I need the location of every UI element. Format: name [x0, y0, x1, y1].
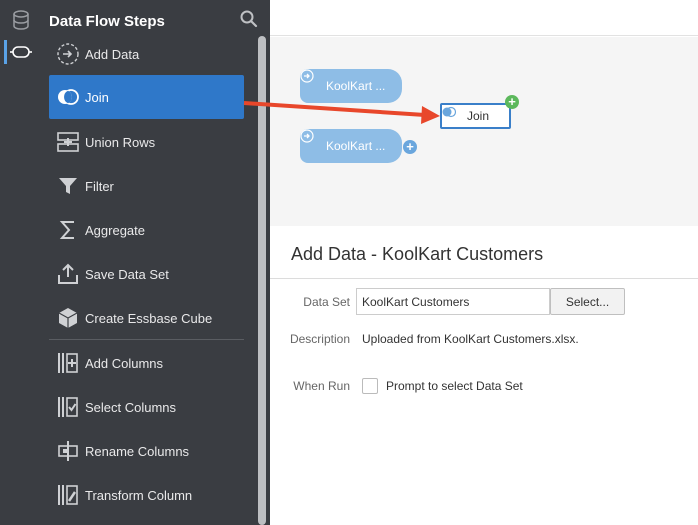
main-area: KoolKart ... KoolKart ... + Join + Add D… [270, 0, 698, 525]
step-aggregate[interactable]: Aggregate [49, 208, 244, 252]
join-icon [442, 106, 462, 123]
description-value: Uploaded from KoolKart Customers.xlsx. [362, 332, 579, 346]
steps-divider [49, 339, 244, 340]
top-bar [270, 0, 698, 36]
step-add-data[interactable]: Add Data [49, 32, 244, 76]
step-join[interactable]: Join [49, 75, 244, 119]
add-columns-icon [56, 351, 80, 375]
detail-title: Add Data - KoolKart Customers [291, 244, 544, 264]
add-data-icon [300, 69, 320, 93]
step-label: Transform Column [85, 487, 193, 503]
step-select-columns[interactable]: Select Columns [49, 385, 244, 429]
data-flow-icon[interactable] [0, 38, 42, 66]
step-label: Add Columns [85, 355, 164, 371]
node-label: KoolKart ... [326, 139, 386, 153]
step-add-columns[interactable]: Add Columns [49, 341, 244, 385]
add-data-icon [300, 129, 320, 153]
data-set-label: Data Set [303, 295, 350, 309]
cube-icon [56, 306, 80, 330]
step-label: Rename Columns [85, 443, 190, 459]
step-create-essbase-cube[interactable]: Create Essbase Cube [49, 296, 244, 340]
filter-icon [56, 174, 80, 198]
search-icon[interactable] [239, 9, 259, 29]
step-label: Union Rows [85, 134, 156, 150]
step-label: Create Essbase Cube [85, 310, 213, 326]
union-rows-icon [56, 130, 80, 154]
join-plus-icon[interactable]: + [505, 95, 519, 109]
step-union-rows[interactable]: Union Rows [49, 120, 244, 164]
step-save-data-set[interactable]: Save Data Set [49, 252, 244, 296]
description-label: Description [289, 332, 350, 346]
step-label: Aggregate [85, 222, 145, 238]
step-transform-column[interactable]: Transform Column [49, 473, 244, 517]
step-label: Join [85, 89, 109, 105]
flow-canvas[interactable]: KoolKart ... KoolKart ... + Join + [270, 37, 698, 226]
detail-divider [270, 278, 698, 279]
join-icon [56, 85, 80, 109]
step-label: Save Data Set [85, 266, 169, 282]
upload-icon [56, 262, 80, 286]
step-label: Filter [85, 178, 114, 194]
when-run-label: When Run [293, 379, 350, 393]
flow-node-koolkart-2[interactable]: KoolKart ... [300, 129, 402, 163]
step-label: Select Columns [85, 399, 177, 415]
panel-title: Data Flow Steps [49, 13, 165, 30]
step-filter[interactable]: Filter [49, 164, 244, 208]
node-label: KoolKart ... [326, 79, 386, 93]
select-button[interactable]: Select... [550, 288, 625, 315]
step-label: Add Data [85, 46, 140, 62]
icon-rail [0, 0, 42, 525]
flow-node-koolkart-1[interactable]: KoolKart ... [300, 69, 402, 103]
step-rename-columns[interactable]: Rename Columns [49, 429, 244, 473]
prompt-checkbox[interactable] [362, 378, 378, 394]
add-data-icon [56, 42, 80, 66]
select-columns-icon [56, 395, 80, 419]
transform-column-icon [56, 483, 80, 507]
sigma-icon [56, 218, 80, 242]
flow-node-join[interactable]: Join [440, 103, 511, 129]
data-set-field[interactable]: KoolKart Customers [356, 288, 550, 315]
node-label: Join [467, 109, 490, 123]
add-step-plus-icon[interactable]: + [403, 140, 417, 154]
database-icon[interactable] [0, 6, 42, 34]
scrollbar-thumb[interactable] [258, 36, 266, 525]
rename-columns-icon [56, 439, 80, 463]
data-flow-steps-panel: Data Flow Steps Add Data Join Union Rows… [42, 0, 270, 525]
prompt-label: Prompt to select Data Set [386, 379, 523, 393]
